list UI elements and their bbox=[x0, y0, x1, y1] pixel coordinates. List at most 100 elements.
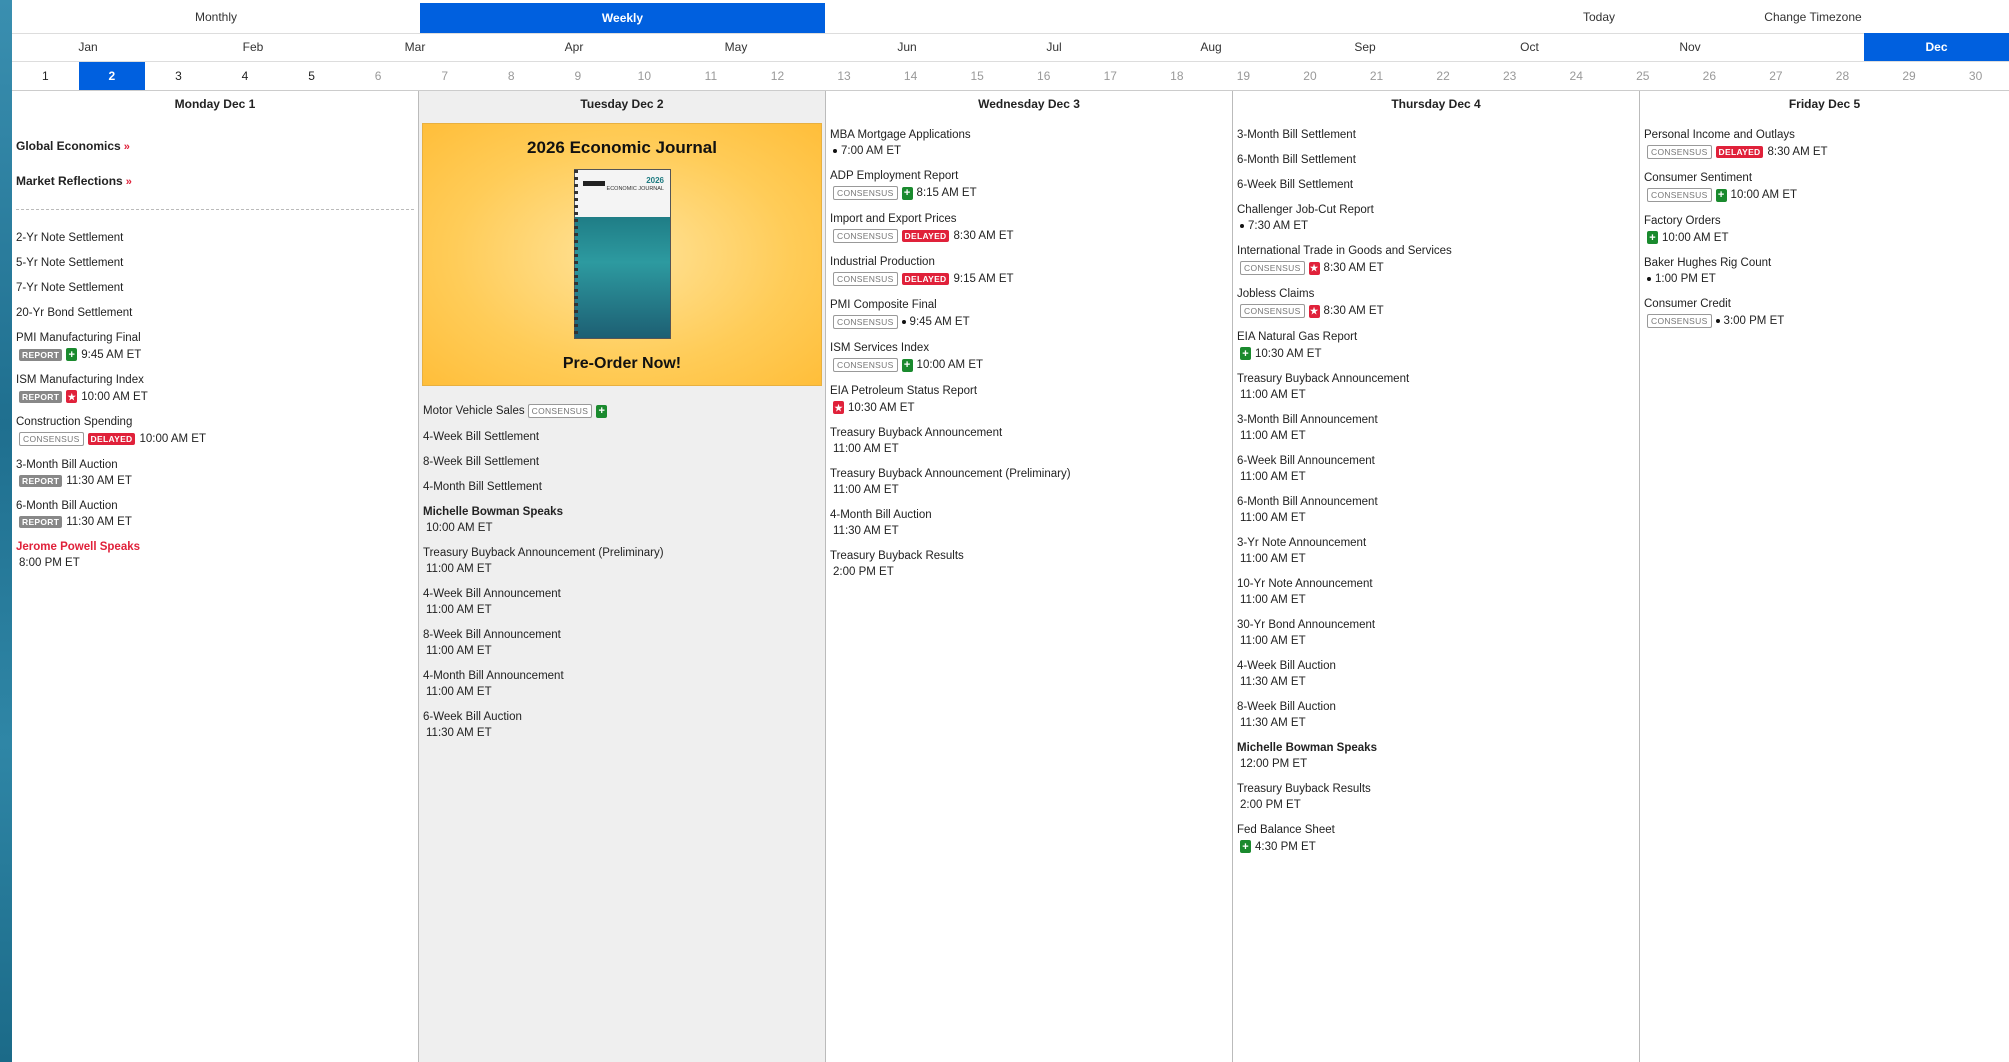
month-aug[interactable]: Aug bbox=[1156, 33, 1266, 61]
consensus-badge[interactable]: CONSENSUS bbox=[1240, 304, 1305, 318]
day-16[interactable]: 16 bbox=[1010, 62, 1077, 90]
event-name[interactable]: Challenger Job-Cut Report bbox=[1237, 204, 1374, 216]
event-name[interactable]: ISM Manufacturing Index bbox=[16, 374, 144, 386]
day-1[interactable]: 1 bbox=[12, 62, 79, 90]
event-name[interactable]: 6-Month Bill Announcement bbox=[1237, 496, 1378, 508]
day-4[interactable]: 4 bbox=[212, 62, 279, 90]
monthly-view-button[interactable]: Monthly bbox=[12, 0, 420, 33]
event-name[interactable]: 10-Yr Note Announcement bbox=[1237, 578, 1373, 590]
event-name[interactable]: 6-Month Bill Auction bbox=[16, 500, 118, 512]
event-name[interactable]: Treasury Buyback Announcement bbox=[830, 427, 1002, 439]
calendar-event[interactable]: EIA Petroleum Status Report ★ 10:30 AM ET bbox=[830, 385, 1228, 414]
day-28[interactable]: 28 bbox=[1809, 62, 1876, 90]
event-name[interactable]: Jerome Powell Speaks bbox=[16, 541, 140, 553]
calendar-event[interactable]: PMI Composite Final CONSENSUS 9:45 AM ET bbox=[830, 299, 1228, 329]
calendar-event[interactable]: 7-Yr Note Settlement bbox=[16, 282, 414, 294]
month-jun[interactable]: Jun bbox=[852, 33, 962, 61]
day-22[interactable]: 22 bbox=[1410, 62, 1477, 90]
calendar-event[interactable]: Treasury Buyback Announcement 11:00 AM ET bbox=[830, 427, 1228, 455]
day-2[interactable]: 2 bbox=[78, 62, 146, 90]
calendar-event[interactable]: 4-Month Bill Announcement 11:00 AM ET bbox=[423, 670, 821, 698]
calendar-event[interactable]: 4-Month Bill Auction 11:30 AM ET bbox=[830, 509, 1228, 537]
day-25[interactable]: 25 bbox=[1610, 62, 1677, 90]
event-name[interactable]: 6-Month Bill Settlement bbox=[1237, 154, 1356, 166]
month-oct[interactable]: Oct bbox=[1472, 33, 1587, 61]
promo-banner[interactable]: 2026 Economic Journal 2026 ECONOMIC JOURNA… bbox=[422, 123, 822, 386]
calendar-event[interactable]: Treasury Buyback Announcement (Prelimina… bbox=[423, 547, 821, 575]
calendar-event[interactable]: 6-Week Bill Settlement bbox=[1237, 179, 1635, 191]
calendar-event[interactable]: Industrial Production CONSENSUS DELAYED 9:1… bbox=[830, 256, 1228, 286]
consensus-badge[interactable]: CONSENSUS bbox=[833, 229, 898, 243]
event-name[interactable]: Factory Orders bbox=[1644, 215, 1721, 227]
calendar-event[interactable]: ISM Manufacturing Index REPORT ★ 10:00 AM E… bbox=[16, 374, 414, 403]
month-mar[interactable]: Mar bbox=[360, 33, 470, 61]
calendar-event[interactable]: 4-Week Bill Announcement 11:00 AM ET bbox=[423, 588, 821, 616]
event-name[interactable]: 3-Month Bill Auction bbox=[16, 459, 118, 471]
month-sep[interactable]: Sep bbox=[1309, 33, 1421, 61]
month-may[interactable]: May bbox=[677, 33, 795, 61]
day-14[interactable]: 14 bbox=[877, 62, 944, 90]
pre-order-cta[interactable]: Pre-Order Now! bbox=[423, 355, 821, 373]
calendar-event[interactable]: 8-Week Bill Auction 11:30 AM ET bbox=[1237, 701, 1635, 729]
calendar-event[interactable]: 3-Month Bill Settlement bbox=[1237, 129, 1635, 141]
event-name[interactable]: Motor Vehicle Sales bbox=[423, 405, 525, 417]
event-name[interactable]: 4-Month Bill Settlement bbox=[423, 481, 542, 493]
event-name[interactable]: Baker Hughes Rig Count bbox=[1644, 257, 1771, 269]
event-name[interactable]: Treasury Buyback Announcement (Prelimina… bbox=[423, 547, 664, 559]
calendar-event[interactable]: 30-Yr Bond Announcement 11:00 AM ET bbox=[1237, 619, 1635, 647]
event-name[interactable]: Consumer Sentiment bbox=[1644, 172, 1752, 184]
event-name[interactable]: 3-Month Bill Announcement bbox=[1237, 414, 1378, 426]
day-5[interactable]: 5 bbox=[278, 62, 345, 90]
calendar-event[interactable]: Treasury Buyback Results 2:00 PM ET bbox=[830, 550, 1228, 578]
calendar-event[interactable]: 8-Week Bill Announcement 11:00 AM ET bbox=[423, 629, 821, 657]
day-7[interactable]: 7 bbox=[411, 62, 478, 90]
event-name[interactable]: 30-Yr Bond Announcement bbox=[1237, 619, 1375, 631]
event-name[interactable]: 3-Yr Note Announcement bbox=[1237, 537, 1366, 549]
calendar-event[interactable]: 6-Week Bill Auction 11:30 AM ET bbox=[423, 711, 821, 739]
consensus-badge[interactable]: CONSENSUS bbox=[833, 358, 898, 372]
event-name[interactable]: 8-Week Bill Announcement bbox=[423, 629, 561, 641]
month-jul[interactable]: Jul bbox=[999, 33, 1109, 61]
day-8[interactable]: 8 bbox=[478, 62, 545, 90]
calendar-event[interactable]: 4-Week Bill Auction 11:30 AM ET bbox=[1237, 660, 1635, 688]
calendar-event[interactable]: 6-Week Bill Announcement 11:00 AM ET bbox=[1237, 455, 1635, 483]
event-name[interactable]: 7-Yr Note Settlement bbox=[16, 282, 123, 294]
month-dec[interactable]: Dec bbox=[1864, 33, 2009, 61]
calendar-event[interactable]: PMI Manufacturing Final REPORT +9:45 AM ET bbox=[16, 332, 414, 361]
consensus-badge[interactable]: CONSENSUS bbox=[1647, 188, 1712, 202]
event-name[interactable]: 4-Week Bill Settlement bbox=[423, 431, 539, 443]
month-jan[interactable]: Jan bbox=[32, 33, 144, 61]
event-name[interactable]: EIA Petroleum Status Report bbox=[830, 385, 977, 397]
consensus-badge[interactable]: CONSENSUS bbox=[833, 186, 898, 200]
featured-link[interactable]: Global Economics » bbox=[16, 139, 414, 153]
calendar-event[interactable]: 4-Month Bill Settlement bbox=[423, 481, 821, 493]
event-name[interactable]: Michelle Bowman Speaks bbox=[1237, 742, 1377, 754]
calendar-event[interactable]: Factory Orders +10:00 AM ET bbox=[1644, 215, 2005, 244]
calendar-event[interactable]: 10-Yr Note Announcement 11:00 AM ET bbox=[1237, 578, 1635, 606]
day-26[interactable]: 26 bbox=[1676, 62, 1743, 90]
day-10[interactable]: 10 bbox=[611, 62, 678, 90]
calendar-event[interactable]: 4-Week Bill Settlement bbox=[423, 431, 821, 443]
change-timezone-button[interactable]: Change Timezone bbox=[1617, 0, 2009, 33]
calendar-event[interactable]: Baker Hughes Rig Count 1:00 PM ET bbox=[1644, 257, 2005, 285]
day-9[interactable]: 9 bbox=[545, 62, 612, 90]
calendar-event[interactable]: Consumer Sentiment CONSENSUS +10:00 AM ET bbox=[1644, 172, 2005, 202]
event-name[interactable]: ADP Employment Report bbox=[830, 170, 958, 182]
event-name[interactable]: Personal Income and Outlays bbox=[1644, 129, 1795, 141]
calendar-event[interactable]: 3-Month Bill Announcement 11:00 AM ET bbox=[1237, 414, 1635, 442]
event-name[interactable]: International Trade in Goods and Service… bbox=[1237, 245, 1452, 257]
day-11[interactable]: 11 bbox=[678, 62, 745, 90]
day-30[interactable]: 30 bbox=[1942, 62, 2009, 90]
calendar-event[interactable]: ISM Services Index CONSENSUS +10:00 AM ET bbox=[830, 342, 1228, 372]
event-name[interactable]: Import and Export Prices bbox=[830, 213, 957, 225]
day-19[interactable]: 19 bbox=[1210, 62, 1277, 90]
event-name[interactable]: Treasury Buyback Announcement bbox=[1237, 373, 1409, 385]
calendar-event[interactable]: Michelle Bowman Speaks 10:00 AM ET bbox=[423, 506, 821, 534]
day-3[interactable]: 3 bbox=[145, 62, 212, 90]
event-name[interactable]: 6-Week Bill Announcement bbox=[1237, 455, 1375, 467]
consensus-badge[interactable]: CONSENSUS bbox=[1647, 314, 1712, 328]
event-name[interactable]: 6-Week Bill Settlement bbox=[1237, 179, 1353, 191]
calendar-event[interactable]: 5-Yr Note Settlement bbox=[16, 257, 414, 269]
consensus-badge[interactable]: CONSENSUS bbox=[1240, 261, 1305, 275]
day-29[interactable]: 29 bbox=[1876, 62, 1943, 90]
